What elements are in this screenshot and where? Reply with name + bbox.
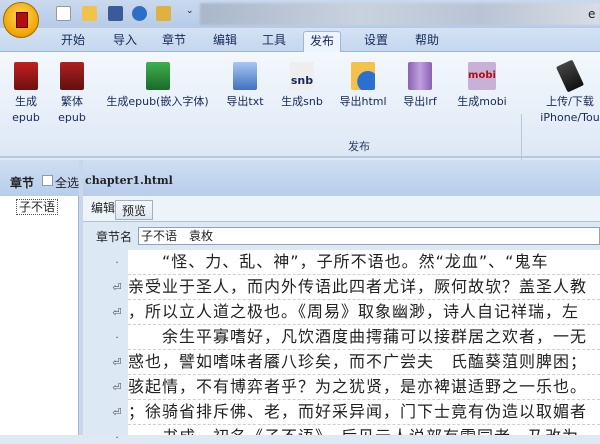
editor-tabs: 编辑 预览 xyxy=(83,196,600,222)
line-wrap-icon: ⏎ xyxy=(112,406,122,419)
generate-epub-button[interactable]: 生成 epub xyxy=(10,62,42,126)
epub-icon xyxy=(14,62,38,90)
line-wrap-icon: ⏎ xyxy=(112,381,122,394)
tab-publish[interactable]: 发布 xyxy=(303,31,342,52)
tab-preview[interactable]: 预览 xyxy=(115,200,154,220)
app-menu-button[interactable] xyxy=(3,2,39,38)
ribbon-group-label: 发布 xyxy=(348,140,370,153)
tab-settings[interactable]: 设置 xyxy=(358,31,394,52)
text-editor[interactable]: “怪、力、乱、神”，子所不语也。然“龙血”、“鬼车 亲受业于圣人，而内外传语此四… xyxy=(128,250,600,435)
line-wrap-icon: ⏎ xyxy=(112,281,122,294)
button-label: epub xyxy=(58,111,86,124)
snb-icon: snb xyxy=(290,62,314,90)
text-line: 亲受业于圣人，而内外传语此四者尤详，厥何故欤？盖圣人教 xyxy=(128,275,600,300)
html-icon xyxy=(351,62,375,90)
new-file-icon[interactable] xyxy=(56,6,71,21)
paragraph-dot-icon: · xyxy=(115,431,119,444)
tab-edit[interactable]: 编辑 xyxy=(207,31,243,52)
text-line: 骇起情，不有博弈者乎？为之犹贤，是亦裨谌适野之一乐也。 xyxy=(128,375,600,400)
open-folder-icon[interactable] xyxy=(82,6,97,21)
ribbon-tabs: 开始 导入 章节 编辑 工具 发布 设置 帮助 xyxy=(0,28,600,52)
button-label: 生成mobi xyxy=(457,95,507,108)
epub-font-icon xyxy=(145,62,170,90)
tab-start[interactable]: 开始 xyxy=(55,31,91,52)
export-lrf-button[interactable]: 导出lrf xyxy=(400,62,440,110)
line-wrap-icon: ⏎ xyxy=(112,306,122,319)
file-name: chapter1.html xyxy=(85,174,173,187)
text-line: ；徐骑省排斥佛、老，而好采异闻，门下士竟有伪造以取媚者 xyxy=(128,400,600,425)
window-title: e xyxy=(588,7,596,21)
epub-big5-icon xyxy=(60,62,84,90)
export-html-button[interactable]: 导出html xyxy=(337,62,389,110)
button-label: 导出html xyxy=(339,95,387,108)
ribbon-publish: 生成 epub 繁体 epub 生成epub(嵌入字体) 导出txt snb 生成sn… xyxy=(0,52,600,184)
paragraph-dot-icon: · xyxy=(115,256,119,269)
app-logo-icon xyxy=(16,12,28,28)
generate-snb-button[interactable]: snb 生成snb xyxy=(277,62,327,110)
text-line: 书成，初名《子不语》，后见元人说部有雷同者，乃改为 xyxy=(128,425,600,435)
lrf-icon xyxy=(408,62,432,90)
button-label: 上传/下载 xyxy=(546,95,594,108)
paragraph-dot-icon: · xyxy=(115,331,119,344)
button-label: 生成 xyxy=(15,95,37,108)
mobi-icon: mobi xyxy=(468,62,496,90)
button-label: iPhone/Tou xyxy=(540,111,600,124)
button-label: 生成snb xyxy=(281,95,323,108)
button-label: epub xyxy=(12,111,40,124)
select-all-label[interactable]: 全选 xyxy=(55,174,79,191)
customize-toolbar-icon[interactable]: ⌄ xyxy=(186,6,194,21)
tab-chapter[interactable]: 章节 xyxy=(156,31,192,52)
button-label: 生成epub(嵌入字体) xyxy=(106,95,209,108)
line-wrap-icon: ⏎ xyxy=(112,356,122,369)
chapter-list-item[interactable]: 子不语 xyxy=(16,199,59,215)
tab-tools[interactable]: 工具 xyxy=(256,31,292,52)
folder-icon xyxy=(233,62,257,90)
blurred-taskbar xyxy=(200,3,600,25)
tab-help[interactable]: 帮助 xyxy=(409,31,445,52)
text-line: 余生平寡嗜好，凡饮酒度曲摴蒱可以接群居之欢者，一无 xyxy=(128,325,600,350)
select-all-checkbox[interactable] xyxy=(42,175,53,186)
epub-embed-font-button[interactable]: 生成epub(嵌入字体) xyxy=(100,62,215,110)
chapter-name-input[interactable]: 子不语 袁枚 xyxy=(138,227,600,245)
text-line: 惑也，譬如嗜味者餍八珍矣，而不广尝夫 氏醢葵菹则脾困； xyxy=(128,350,600,375)
button-label: 繁体 xyxy=(61,95,83,108)
text-line: ，所以立人道之极也。《周易》取象幽渺，诗人自记祥瑞，左 xyxy=(128,300,600,325)
folder-book-icon[interactable] xyxy=(156,6,171,21)
button-label: 导出txt xyxy=(226,95,264,108)
save-icon[interactable] xyxy=(108,6,123,21)
export-txt-button[interactable]: 导出txt xyxy=(224,62,266,110)
chapter-name-label: 章节名 xyxy=(96,230,133,244)
book-icon[interactable] xyxy=(132,6,147,21)
title-bar: ⌄ e xyxy=(0,0,600,28)
chapter-panel-title: 章节 xyxy=(10,176,35,190)
traditional-epub-button[interactable]: 繁体 epub xyxy=(55,62,89,126)
tab-import[interactable]: 导入 xyxy=(107,31,143,52)
text-line: “怪、力、乱、神”，子所不语也。然“龙血”、“鬼车 xyxy=(128,250,600,275)
iphone-icon xyxy=(555,59,585,93)
generate-mobi-button[interactable]: mobi 生成mobi xyxy=(454,62,510,110)
iphone-sync-button[interactable]: 上传/下载 iPhone/Tou xyxy=(530,59,600,126)
chapter-panel-header: 章节 全选 xyxy=(0,160,82,196)
button-label: 导出lrf xyxy=(403,95,437,108)
